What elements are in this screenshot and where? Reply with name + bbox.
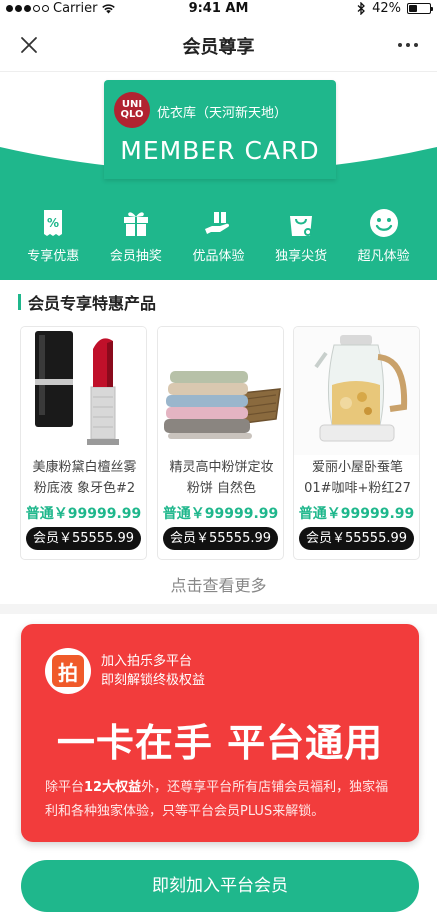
product-card[interactable]: 精灵高中粉饼定妆粉饼 自然色 普通￥99999.99 会员￥55555.99	[157, 326, 284, 560]
svg-text:%: %	[47, 216, 59, 230]
product-regular-price: 普通￥99999.99	[25, 506, 142, 522]
platform-promo-card[interactable]: 拍 加入拍乐多平台 即刻解锁终极权益 一卡在手 平台通用 除平台12大权益外，还…	[21, 624, 419, 842]
product-image-lipstick	[21, 327, 146, 455]
product-name: 精灵高中粉饼定妆粉饼 自然色	[169, 460, 274, 496]
product-member-price: 会员￥55555.99	[163, 527, 278, 550]
product-card[interactable]: 爱丽小屋卧蚕笔01#咖啡+粉红27 普通￥99999.99 会员￥55555.9…	[293, 326, 420, 560]
promo-intro-line-1: 加入拍乐多平台	[101, 654, 193, 669]
benefit-lottery[interactable]: 会员抽奖	[100, 207, 172, 277]
product-member-price: 会员￥55555.99	[299, 527, 414, 550]
more-icon-dot	[406, 43, 410, 47]
logo-line-2: QLO	[120, 109, 144, 120]
uniqlo-logo: UNI QLO	[114, 92, 150, 128]
bluetooth-icon	[357, 2, 366, 15]
see-more-link[interactable]: 点击查看更多	[0, 572, 437, 596]
member-card[interactable]: UNI QLO 优衣库（天河新天地） MEMBER CARD	[104, 80, 336, 179]
promo-slogan: 一卡在手 平台通用	[56, 721, 384, 765]
platform-logo-mark: 拍	[52, 655, 84, 687]
benefit-super[interactable]: 超凡体验	[348, 207, 420, 277]
product-member-price: 会员￥55555.99	[26, 527, 141, 550]
product-image-kettle	[294, 327, 419, 455]
battery-percent: 42%	[372, 1, 401, 16]
product-list: 美康粉黛白檀丝雾粉底液 象牙色#2 普通￥99999.99 会员￥55555.9…	[20, 326, 420, 560]
member-hero: UNI QLO 优衣库（天河新天地） MEMBER CARD % 专享优惠 会员…	[0, 72, 437, 280]
benefit-label: 专享优惠	[27, 249, 80, 264]
benefit-label: 会员抽奖	[109, 249, 162, 264]
product-regular-price: 普通￥99999.99	[162, 506, 279, 522]
more-button[interactable]	[393, 30, 423, 60]
hand-gift-icon	[205, 212, 230, 234]
promo-intro-line-2: 即刻解锁终极权益	[101, 673, 206, 688]
product-card[interactable]: 美康粉黛白檀丝雾粉底液 象牙色#2 普通￥99999.99 会员￥55555.9…	[20, 326, 147, 560]
benefit-label: 优品体验	[192, 249, 245, 264]
product-name: 爱丽小屋卧蚕笔01#咖啡+粉红27	[304, 460, 411, 496]
store-name: 优衣库（天河新天地）	[157, 106, 288, 121]
benefit-label: 超凡体验	[357, 249, 410, 264]
smile-icon	[369, 209, 398, 237]
status-right: 42%	[357, 1, 433, 16]
section-accent-bar	[18, 294, 21, 310]
product-name: 美康粉黛白檀丝雾粉底液 象牙色#2	[32, 460, 137, 496]
status-bar: Carrier 9:41 AM 42%	[0, 0, 437, 18]
join-platform-button[interactable]: 即刻加入平台会员	[21, 860, 419, 912]
product-regular-price: 普通￥99999.99	[298, 506, 415, 522]
section-title: 会员专享特惠产品	[28, 294, 157, 313]
benefit-label: 独享尖货	[275, 249, 328, 264]
promo-desc-highlight: 12大权益	[84, 780, 142, 795]
platform-logo: 拍	[45, 648, 91, 694]
promo-desc-prefix: 除平台	[45, 780, 85, 795]
gift-icon	[123, 212, 148, 236]
nav-bar: 会员尊享	[0, 18, 437, 72]
product-image-towels	[158, 327, 283, 455]
battery-icon	[407, 3, 433, 14]
more-icon-dot	[398, 43, 402, 47]
promo-intro: 加入拍乐多平台 即刻解锁终极权益	[101, 652, 205, 690]
section-divider	[0, 604, 437, 614]
promo-description: 除平台12大权益外，还尊享平台所有店铺会员福利，独家福利和各种独家体验，只等平台…	[45, 776, 397, 824]
card-title: MEMBER CARD	[120, 136, 320, 165]
more-icon-dot	[414, 43, 418, 47]
benefit-exclusive[interactable]: 独享尖货	[265, 207, 337, 277]
benefit-discount[interactable]: % 专享优惠	[17, 207, 89, 277]
discount-icon: %	[44, 210, 63, 236]
page-title: 会员尊享	[182, 37, 255, 58]
shopping-bag-icon	[290, 216, 313, 236]
battery-level	[409, 5, 418, 12]
benefits-row: % 专享优惠 会员抽奖 优品体验 独享尖货 超凡体验	[0, 207, 437, 277]
benefit-experience[interactable]: 优品体验	[182, 207, 254, 277]
section-header: 会员专享特惠产品	[18, 292, 157, 313]
